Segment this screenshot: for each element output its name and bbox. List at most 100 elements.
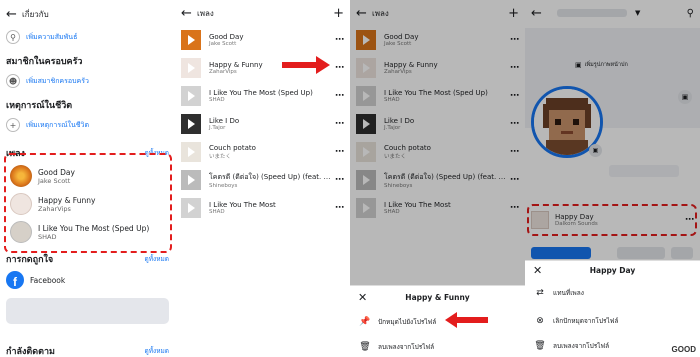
add-family-link[interactable]: ☻ เพิ่มสมาชิกครอบครัว xyxy=(0,72,175,90)
options-sheet: ✕ Happy & Funny 📌 ปักหมุดไปยังโปรไฟล์ 🗑 … xyxy=(350,285,525,357)
song-artist: Jake Scott xyxy=(209,41,237,47)
music-list-panel: ← เพลง + Good Day Jake Scott ⋯ Happy & Funn… xyxy=(175,0,350,357)
song-thumbnail xyxy=(181,30,201,50)
about-header: ← เกี่ยวกับ xyxy=(0,0,175,28)
song-artist: いまたく xyxy=(209,154,232,160)
pin-icon: 📌 xyxy=(359,317,371,327)
facebook-logo-icon: f xyxy=(6,271,24,289)
back-arrow-icon[interactable]: ← xyxy=(181,6,197,21)
replace-song-option[interactable]: ⇄ แทนที่เพลง xyxy=(525,279,700,307)
likes-see-all-link[interactable]: ดูทั้งหมด xyxy=(145,254,169,264)
song-thumbnail xyxy=(181,86,201,106)
play-icon xyxy=(187,147,195,157)
trash-icon: 🗑 xyxy=(534,341,546,351)
remove-label: ลบเพลงจากโปรไฟล์ xyxy=(553,342,610,350)
song-text: Good Day Jake Scott xyxy=(209,33,332,47)
play-icon xyxy=(187,175,195,185)
play-icon xyxy=(187,119,195,129)
more-options-icon[interactable]: ⋯ xyxy=(332,91,344,101)
more-options-icon[interactable]: ⋯ xyxy=(332,35,344,45)
song-title: Like I Do xyxy=(209,117,240,125)
song-artist: Shineboys xyxy=(209,182,238,189)
add-song-icon[interactable]: + xyxy=(333,6,344,21)
more-options-icon[interactable]: ⋯ xyxy=(332,147,344,157)
remove-label: ลบเพลงจากโปรไฟล์ xyxy=(378,343,435,351)
play-icon xyxy=(187,35,195,45)
header-title: เกี่ยวกับ xyxy=(22,9,49,19)
song-text: โคตรดี (ดีต่อใจ) (Speed Up) (feat. the..… xyxy=(209,172,332,189)
likes-title: การกดถูกใจ xyxy=(6,255,54,265)
liked-page-row[interactable]: f Facebook xyxy=(0,268,175,292)
watermark-logo: GOOD xyxy=(671,345,696,354)
song-list-row[interactable]: Good Day Jake Scott ⋯ xyxy=(175,26,350,54)
sheet-header: ✕ Happy Day xyxy=(525,261,700,279)
song-artist: SHAD xyxy=(209,209,225,215)
highlight-box xyxy=(4,153,172,253)
song-options-sheet: ✕ Happy Day ⇄ แทนที่เพลง ⊗ เลิกปักหมุดจา… xyxy=(525,260,700,357)
sheet-header: ✕ Happy & Funny xyxy=(350,286,525,308)
family-section-title: สมาชิกในครอบครัว xyxy=(6,57,83,67)
liked-page-name: Facebook xyxy=(30,275,66,285)
close-icon[interactable]: ✕ xyxy=(533,264,542,277)
song-thumbnail xyxy=(181,58,201,78)
add-life-event-label: เพิ่มเหตุการณ์ในชีวิต xyxy=(26,120,90,129)
replace-song-label: แทนที่เพลง xyxy=(553,289,584,297)
song-list-row[interactable]: I Like You The Most (Sped Up) SHAD ⋯ xyxy=(175,82,350,110)
song-title: Good Day xyxy=(209,33,244,41)
unpin-icon: ⊗ xyxy=(536,316,544,326)
life-events-title: เหตุการณ์ในชีวิต xyxy=(6,101,73,111)
add-life-event-link[interactable]: + เพิ่มเหตุการณ์ในชีวิต xyxy=(0,116,175,134)
trash-icon: 🗑 xyxy=(359,342,371,352)
placeholder-card xyxy=(6,298,169,324)
song-title: Couch potato xyxy=(209,144,256,152)
play-icon xyxy=(187,91,195,101)
unpin-option[interactable]: ⊗ เลิกปักหมุดจากโปรไฟล์ xyxy=(525,307,700,335)
more-options-icon[interactable]: ⋯ xyxy=(332,203,344,213)
song-artist: J.Tajor xyxy=(209,125,226,131)
music-options-panel: ← เพลง + Good Day Jake Scott ⋯ Happy & Funn… xyxy=(350,0,525,357)
dim-overlay xyxy=(525,0,700,260)
remove-song-option[interactable]: 🗑 ลบเพลงจากโปรไฟล์ xyxy=(350,336,525,357)
song-title: I Like You The Most xyxy=(209,201,276,209)
song-text: Couch potato いまたく xyxy=(209,144,332,160)
more-options-icon[interactable]: ⋯ xyxy=(332,175,344,185)
back-arrow-icon[interactable]: ← xyxy=(6,7,22,22)
dim-overlay xyxy=(350,0,525,285)
song-list-row[interactable]: โคตรดี (ดีต่อใจ) (Speed Up) (feat. the..… xyxy=(175,166,350,194)
song-list-row[interactable]: Couch potato いまたく ⋯ xyxy=(175,138,350,166)
song-title: I Like You The Most (Sped Up) xyxy=(209,89,313,97)
red-arrow-icon xyxy=(445,312,488,328)
relationship-icon: ⚲ xyxy=(6,30,20,44)
about-panel: ← เกี่ยวกับ ⚲ เพิ่มความสัมพันธ์ สมาชิกใน… xyxy=(0,0,175,357)
song-thumbnail xyxy=(181,114,201,134)
play-icon xyxy=(187,203,195,213)
more-options-icon[interactable]: ⋯ xyxy=(332,63,344,73)
music-list-header: ← เพลง + xyxy=(175,0,350,26)
add-relationship-link[interactable]: ⚲ เพิ่มความสัมพันธ์ xyxy=(0,28,175,46)
song-text: Like I Do J.Tajor xyxy=(209,117,332,131)
following-see-all-link[interactable]: ดูทั้งหมด xyxy=(145,346,169,356)
song-list-row[interactable]: Like I Do J.Tajor ⋯ xyxy=(175,110,350,138)
sheet-title: Happy Day xyxy=(589,265,636,275)
following-title: กำลังติดตาม xyxy=(6,347,55,357)
song-artist: SHAD xyxy=(209,97,225,103)
song-text: I Like You The Most SHAD xyxy=(209,201,332,215)
likes-section-header: การกดถูกใจ ดูทั้งหมด xyxy=(0,252,175,266)
song-thumbnail xyxy=(181,142,201,162)
unpin-label: เลิกปักหมุดจากโปรไฟล์ xyxy=(553,317,619,325)
swap-icon: ⇄ xyxy=(536,288,544,298)
add-relationship-label: เพิ่มความสัมพันธ์ xyxy=(26,32,78,41)
song-thumbnail xyxy=(181,198,201,218)
following-section-header: กำลังติดตาม ดูทั้งหมด xyxy=(0,344,175,357)
song-list-row[interactable]: I Like You The Most SHAD ⋯ xyxy=(175,194,350,222)
close-icon[interactable]: ✕ xyxy=(358,291,367,304)
pin-to-profile-option[interactable]: 📌 ปักหมุดไปยังโปรไฟล์ xyxy=(350,308,525,336)
profile-panel: ← ▼ ⚲ ▣ เพิ่มรูปภาพหน้าปก ▣ ▣ Happy Day … xyxy=(525,0,700,357)
play-icon xyxy=(187,63,195,73)
header-title: เพลง xyxy=(197,8,214,18)
song-title: โคตรดี (ดีต่อใจ) (Speed Up) (feat. the..… xyxy=(209,172,332,181)
more-options-icon[interactable]: ⋯ xyxy=(332,119,344,129)
add-family-label: เพิ่มสมาชิกครอบครัว xyxy=(26,76,89,85)
sheet-title: Happy & Funny xyxy=(405,292,470,302)
song-thumbnail xyxy=(181,170,201,190)
